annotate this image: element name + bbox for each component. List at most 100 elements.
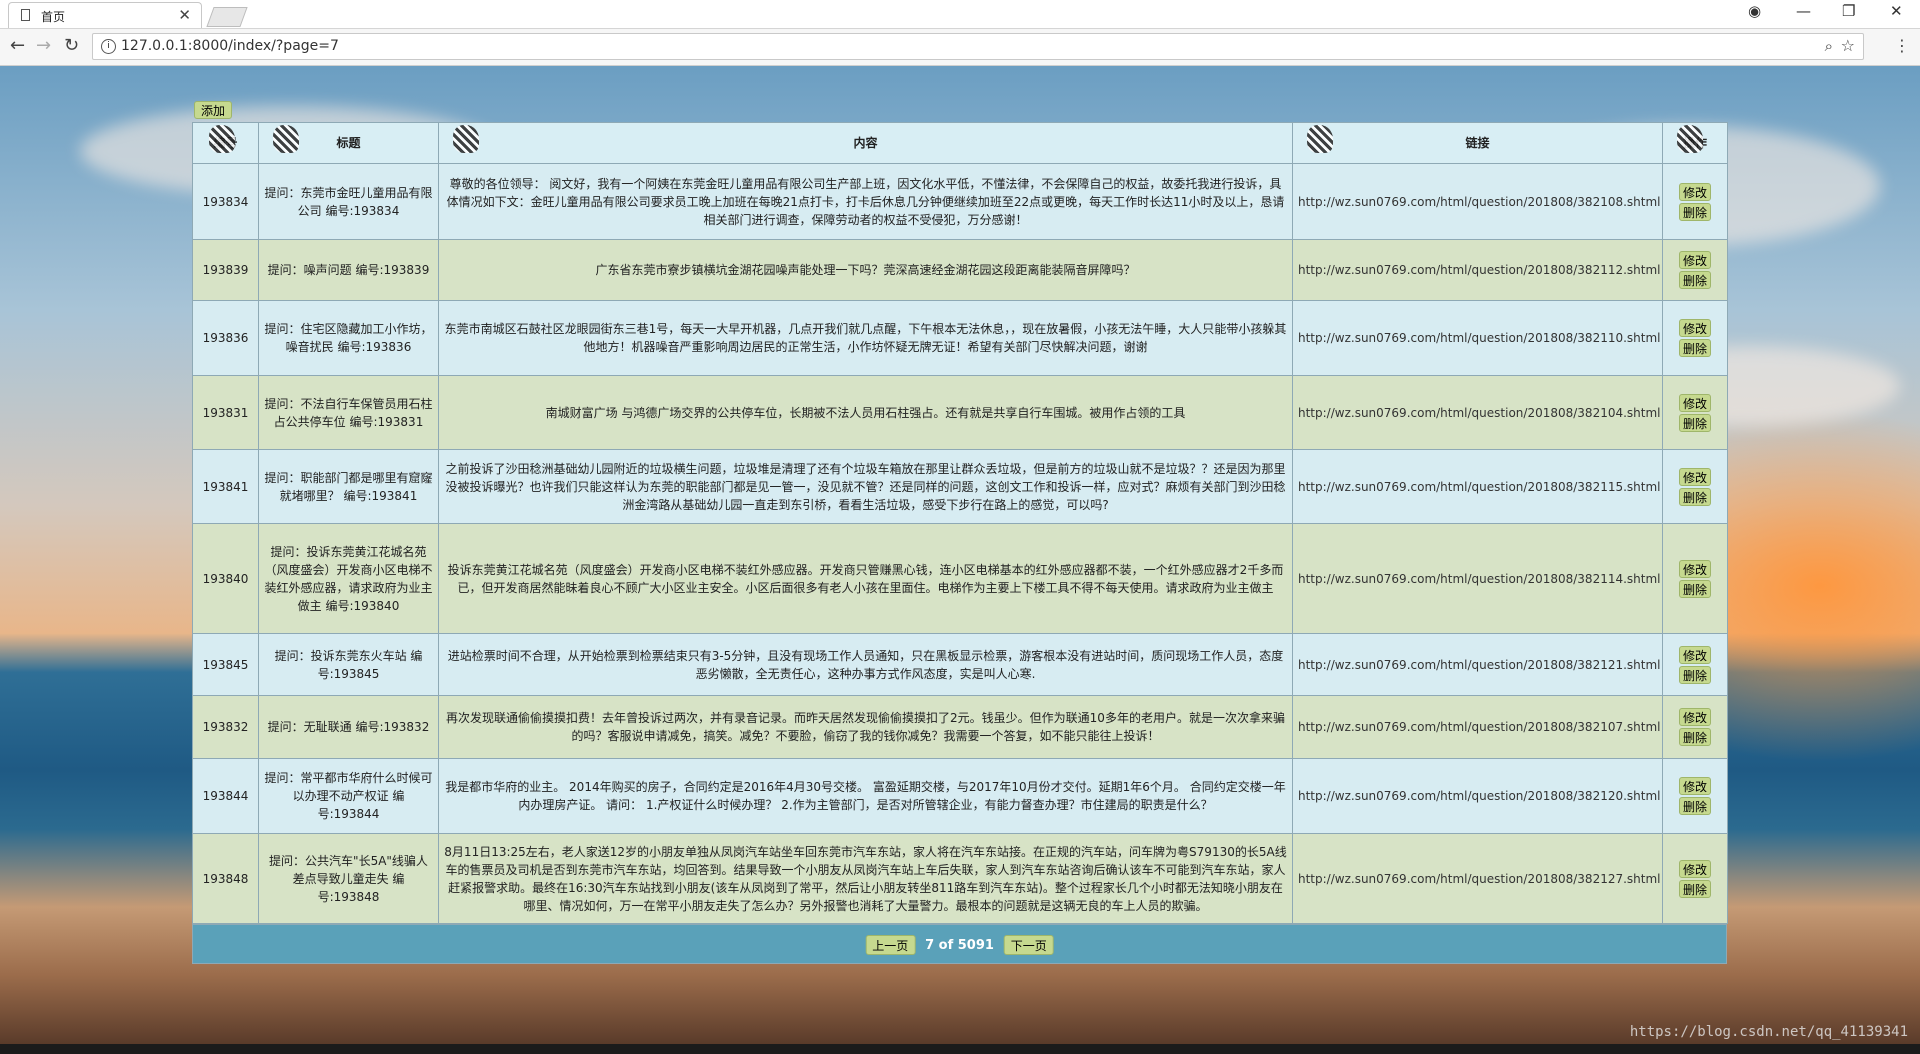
row-actions: 修改 删除 <box>1662 375 1728 450</box>
row-content: 8月11日13:25左右，老人家送12岁的小朋友单独从凤岗汽车站坐车回东莞市汽车… <box>438 833 1293 924</box>
edit-button[interactable]: 修改 <box>1679 319 1711 337</box>
zoom-icon[interactable]: ⌕ <box>1825 37 1833 55</box>
url-input[interactable]: i 127.0.0.1:8000/index/?page=7 ⌕ ☆ <box>92 33 1864 60</box>
table-row: 193840 提问：投诉东莞黄江花城名苑（风度盛会）开发商小区电梯不装红外感应器… <box>192 523 1728 634</box>
row-title: 提问：不法自行车保管员用石柱占公共停车位 编号:193831 <box>258 375 439 450</box>
next-page-button[interactable]: 下一页 <box>1003 935 1054 955</box>
row-title: 提问：无耻联通 编号:193832 <box>258 695 439 759</box>
edit-button[interactable]: 修改 <box>1679 708 1711 726</box>
edit-button[interactable]: 修改 <box>1679 559 1711 578</box>
row-link: http://wz.sun0769.com/html/question/2018… <box>1292 833 1663 924</box>
row-actions: 修改 删除 <box>1662 758 1728 834</box>
row-id: 193839 <box>192 239 259 301</box>
row-id: 193834 <box>192 163 259 240</box>
row-content: 我是都市华府的业主。 2014年购买的房子，合同约定是2016年4月30号交楼。… <box>438 758 1293 834</box>
table-row: 193841 提问：职能部门都是哪里有窟窿就堵哪里？ 编号:193841 之前投… <box>192 449 1728 524</box>
row-link: http://wz.sun0769.com/html/question/2018… <box>1292 633 1663 696</box>
row-actions: 修改 删除 <box>1662 695 1728 759</box>
taskbar <box>0 1044 1920 1054</box>
table-row: 193848 提问：公共汽车"长5A"线骗人差点导致儿童走失 编号:193848… <box>192 833 1728 924</box>
page-icon <box>21 9 30 21</box>
row-title: 提问：投诉东莞东火车站 编号:193845 <box>258 633 439 696</box>
delete-button[interactable]: 删除 <box>1679 879 1711 898</box>
table-row: 193831 提问：不法自行车保管员用石柱占公共停车位 编号:193831 南城… <box>192 375 1728 450</box>
row-id: 193831 <box>192 375 259 450</box>
zebra-icon <box>1307 125 1333 153</box>
row-actions: 修改 删除 <box>1662 633 1728 696</box>
delete-button[interactable]: 删除 <box>1679 487 1711 506</box>
delete-button[interactable]: 删除 <box>1679 728 1711 746</box>
account-icon[interactable]: ◉ <box>1748 2 1761 20</box>
delete-button[interactable]: 删除 <box>1679 202 1711 221</box>
forward-icon[interactable]: → <box>36 35 51 56</box>
row-actions: 修改 删除 <box>1662 300 1728 376</box>
delete-button[interactable]: 删除 <box>1679 797 1711 815</box>
zebra-icon <box>453 125 479 153</box>
prev-page-button[interactable]: 上一页 <box>865 935 916 955</box>
table-row: 193839 提问：噪声问题 编号:193839 广东省东莞市寮步镇横坑金湖花园… <box>192 239 1728 301</box>
row-link: http://wz.sun0769.com/html/question/2018… <box>1292 523 1663 634</box>
add-button[interactable]: 添加 <box>194 101 233 119</box>
delete-button[interactable]: 删除 <box>1679 413 1711 432</box>
close-window-icon[interactable]: ✕ <box>1890 2 1903 20</box>
row-link: http://wz.sun0769.com/html/question/2018… <box>1292 449 1663 524</box>
edit-button[interactable]: 修改 <box>1679 393 1711 412</box>
header-actions: 操作 <box>1662 122 1728 164</box>
row-content: 之前投诉了沙田稔洲基础幼儿园附近的垃圾横生问题，垃圾堆是清理了还有个垃圾车箱放在… <box>438 449 1293 524</box>
edit-button[interactable]: 修改 <box>1679 777 1711 795</box>
row-title: 提问：公共汽车"长5A"线骗人差点导致儿童走失 编号:193848 <box>258 833 439 924</box>
header-id: 编号 <box>192 122 259 164</box>
table-row: 193834 提问：东莞市金旺儿童用品有限公司 编号:193834 尊敬的各位领… <box>192 163 1728 240</box>
restore-icon[interactable]: ❐ <box>1842 2 1855 20</box>
edit-button[interactable]: 修改 <box>1679 251 1711 269</box>
bookmark-star-icon[interactable]: ☆ <box>1841 36 1855 55</box>
close-tab-icon[interactable]: ✕ <box>178 6 191 24</box>
edit-button[interactable]: 修改 <box>1679 859 1711 878</box>
row-link: http://wz.sun0769.com/html/question/2018… <box>1292 163 1663 240</box>
row-actions: 修改 删除 <box>1662 449 1728 524</box>
row-id: 193840 <box>192 523 259 634</box>
row-actions: 修改 删除 <box>1662 239 1728 301</box>
row-id: 193836 <box>192 300 259 376</box>
row-link: http://wz.sun0769.com/html/question/2018… <box>1292 239 1663 301</box>
row-id: 193841 <box>192 449 259 524</box>
delete-button[interactable]: 删除 <box>1679 579 1711 598</box>
table-row: 193844 提问：常平都市华府什么时候可以办理不动产权证 编号:193844 … <box>192 758 1728 834</box>
row-actions: 修改 删除 <box>1662 163 1728 240</box>
header-link: 链接 <box>1292 122 1663 164</box>
header-title: 标题 <box>258 122 439 164</box>
row-title: 提问：投诉东莞黄江花城名苑（风度盛会）开发商小区电梯不装红外感应器，请求政府为业… <box>258 523 439 634</box>
zebra-icon <box>273 125 299 153</box>
edit-button[interactable]: 修改 <box>1679 467 1711 486</box>
zebra-icon <box>209 125 235 153</box>
active-tab[interactable]: 首页 ✕ <box>8 2 202 28</box>
row-link: http://wz.sun0769.com/html/question/2018… <box>1292 300 1663 376</box>
reload-icon[interactable]: ↻ <box>64 35 79 56</box>
row-id: 193844 <box>192 758 259 834</box>
edit-button[interactable]: 修改 <box>1679 645 1711 664</box>
edit-button[interactable]: 修改 <box>1679 182 1711 201</box>
minimize-icon[interactable]: — <box>1796 2 1811 20</box>
url-text: 127.0.0.1:8000/index/?page=7 <box>121 38 339 54</box>
tab-strip: 首页 ✕ ◉ — ❐ ✕ <box>0 0 1920 29</box>
table-row: 193832 提问：无耻联通 编号:193832 再次发现联通偷偷摸摸扣费！去年… <box>192 695 1728 759</box>
delete-button[interactable]: 删除 <box>1679 271 1711 289</box>
row-actions: 修改 删除 <box>1662 833 1728 924</box>
row-content: 东莞市南城区石鼓社区龙眼园街东三巷1号，每天一大早开机器，几点开我们就几点醒，下… <box>438 300 1293 376</box>
table-row: 193836 提问：住宅区隐藏加工小作坊，噪音扰民 编号:193836 东莞市南… <box>192 300 1728 376</box>
info-icon[interactable]: i <box>101 39 116 54</box>
new-tab-button[interactable] <box>206 7 248 27</box>
question-table: 编号 标题 内容 链接 操作 193834 提问：东莞市金旺儿童用品有限公司 编… <box>192 122 1728 924</box>
menu-icon[interactable]: ⋮ <box>1894 36 1910 55</box>
row-link: http://wz.sun0769.com/html/question/2018… <box>1292 695 1663 759</box>
zebra-icon <box>1677 125 1703 153</box>
watermark: https://blog.csdn.net/qq_41139341 <box>1629 1024 1908 1040</box>
delete-button[interactable]: 删除 <box>1679 665 1711 684</box>
address-bar: ← → ↻ i 127.0.0.1:8000/index/?page=7 ⌕ ☆… <box>0 29 1920 66</box>
back-icon[interactable]: ← <box>10 35 25 56</box>
row-link: http://wz.sun0769.com/html/question/2018… <box>1292 375 1663 450</box>
delete-button[interactable]: 删除 <box>1679 339 1711 357</box>
page-indicator: 7 of 5091 <box>925 937 994 953</box>
pagination: 上一页 7 of 5091 下一页 <box>865 935 1054 955</box>
row-content: 再次发现联通偷偷摸摸扣费！去年曾投诉过两次，并有录音记录。而昨天居然发现偷偷摸摸… <box>438 695 1293 759</box>
